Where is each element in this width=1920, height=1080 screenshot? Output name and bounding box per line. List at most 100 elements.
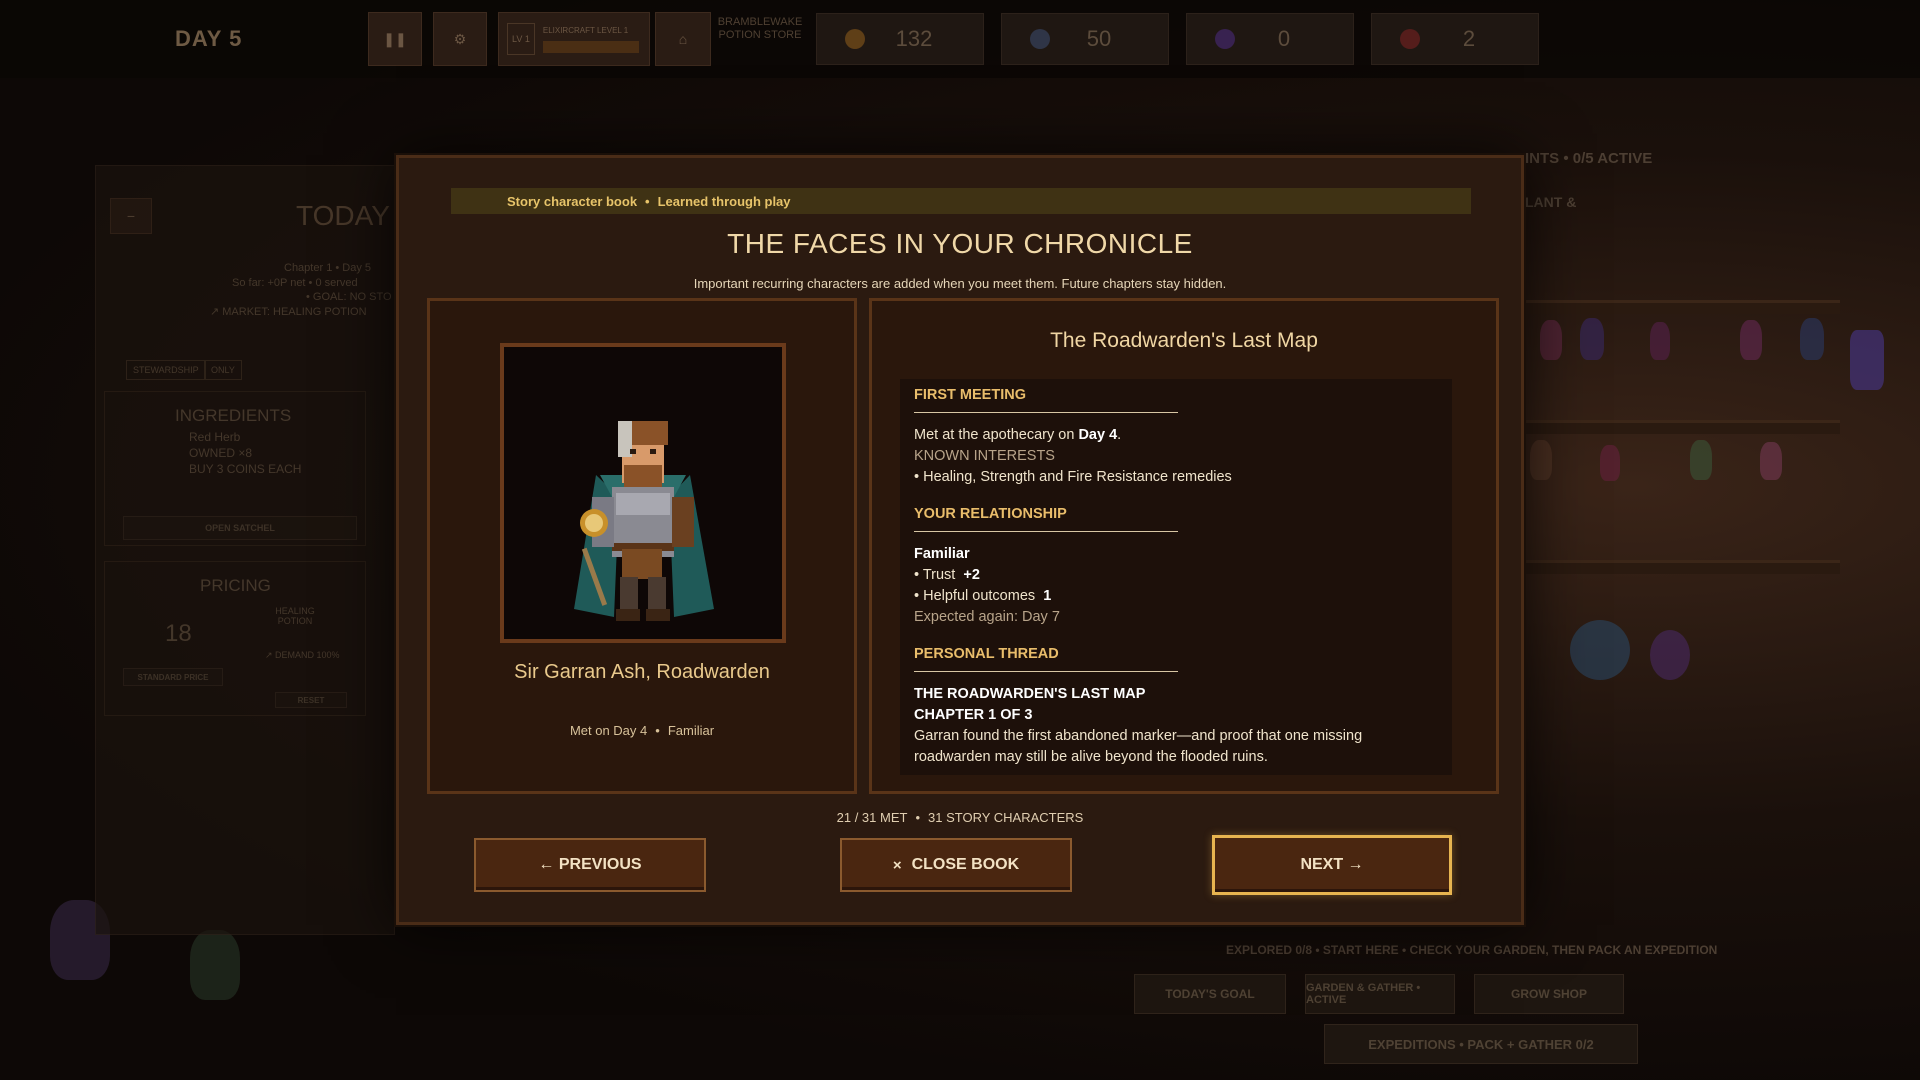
- pricing-title: PRICING: [200, 576, 271, 595]
- helpful-value: 1: [1043, 588, 1052, 604]
- expeditions-button[interactable]: EXPEDITIONS • PACK + GATHER 0/2: [1324, 1024, 1638, 1064]
- modal-title: THE FACES IN YOUR CHRONICLE: [727, 228, 1193, 259]
- previous-button[interactable]: ← PREVIOUS: [474, 838, 706, 892]
- level-badge: LV 1: [507, 23, 535, 55]
- banner-label: Story character book: [507, 193, 638, 209]
- top-bar: DAY 5 ❚❚ ⚙ LV 1 ELIXIRCRAFT LEVEL 1 ⌂ BR…: [0, 0, 1920, 78]
- counter-separator: •: [915, 810, 921, 825]
- flask: [1650, 630, 1690, 680]
- today-title: TODAY: [296, 200, 390, 231]
- helpful-label: • Helpful outcomes: [914, 588, 1036, 604]
- demand-info: ↗ DEMAND 100%: [265, 650, 340, 660]
- goal-info: • GOAL: NO STO: [306, 291, 392, 303]
- previous-label: ← PREVIOUS: [538, 856, 642, 873]
- known-interests-label: KNOWN INTERESTS: [914, 448, 1055, 464]
- ingredient-owned: OWNED ×8: [189, 446, 253, 460]
- potion-jar: [1760, 442, 1782, 480]
- todays-goal-button[interactable]: TODAY'S GOAL: [1134, 974, 1286, 1014]
- close-icon: ×: [892, 856, 902, 874]
- character-book-modal: Story character book • Learned through p…: [396, 155, 1524, 925]
- next-button[interactable]: NEXT →: [1212, 835, 1452, 895]
- total-count: 31 STORY CHARACTERS: [928, 810, 1084, 825]
- potion-jar: [1690, 440, 1712, 480]
- helpful-line: • Helpful outcomes 1: [914, 586, 1438, 607]
- personal-thread-heading: PERSONAL THREAD: [914, 646, 1059, 662]
- day-label: DAY 5: [175, 26, 243, 51]
- relationship-heading: YOUR RELATIONSHIP: [914, 506, 1067, 522]
- ingredient-buy: BUY 3 COINS EACH: [189, 462, 302, 476]
- standard-price-button[interactable]: STANDARD PRICE: [123, 668, 223, 686]
- divider: [914, 412, 1178, 413]
- store-button[interactable]: ⌂: [655, 12, 711, 66]
- so-far-info: So far: +0P net • 0 served: [232, 277, 358, 289]
- first-meeting-heading: FIRST MEETING: [914, 387, 1026, 403]
- gear-counter: 50: [1001, 13, 1169, 65]
- potion-jar: [1530, 440, 1552, 480]
- potion-name: HEALING POTION: [275, 606, 315, 626]
- garden-gather-button[interactable]: GARDEN & GATHER • ACTIVE: [1305, 974, 1455, 1014]
- pause-button[interactable]: ❚❚: [368, 12, 422, 66]
- pricing-card: PRICING 18 HEALING POTION ↗ DEMAND 100% …: [104, 561, 366, 716]
- meta-separator: •: [655, 723, 660, 738]
- active-hint: INTS • 0/5 ACTIVE: [1525, 150, 1653, 167]
- store-name: BRAMBLEWAKE POTION STORE: [717, 16, 803, 41]
- knight-portrait-icon: [574, 421, 714, 621]
- explored-hint: EXPLORED 0/8 • START HERE • CHECK YOUR G…: [1226, 943, 1718, 957]
- ingredient-name: Red Herb: [189, 430, 241, 444]
- story-scroll-area[interactable]: FIRST MEETING Met at the apothecary on D…: [900, 379, 1452, 775]
- met-count: 21 / 31 MET: [836, 810, 908, 825]
- met-line: Met at the apothecary on Day 4.: [914, 425, 1438, 446]
- potion-jar: [1580, 318, 1604, 360]
- close-book-button[interactable]: × CLOSE BOOK: [840, 838, 1072, 892]
- heart-counter: 2: [1371, 13, 1539, 65]
- level-label: ELIXIRCRAFT LEVEL 1: [542, 25, 629, 35]
- potion-jar: [1540, 320, 1562, 360]
- coin-icon: [845, 29, 865, 49]
- crystal-value: 0: [1277, 26, 1291, 51]
- ingredients-card: INGREDIENTS Red Herb OWNED ×8 BUY 3 COIN…: [104, 391, 366, 546]
- ingredients-title: INGREDIENTS: [175, 406, 292, 425]
- potion-jar: [1740, 320, 1762, 360]
- character-portrait: [500, 343, 786, 643]
- met-day: Met on Day 4: [569, 723, 648, 738]
- character-meta: Met on Day 4 • Familiar: [430, 723, 854, 738]
- story-title: The Roadwarden's Last Map: [1050, 329, 1318, 352]
- potion-jar: [1600, 445, 1620, 481]
- gear-icon: ⚙: [453, 30, 467, 47]
- coin-value: 132: [895, 26, 933, 51]
- banner-separator: •: [645, 193, 650, 209]
- gear-resource-icon: [1030, 29, 1050, 49]
- today-panel: − TODAY Chapter 1 • Day 5 So far: +0P ne…: [95, 165, 395, 935]
- open-satchel-button[interactable]: OPEN SATCHEL: [123, 516, 357, 540]
- met-day-value: Day 4: [1078, 427, 1118, 443]
- story-card: The Roadwarden's Last Map FIRST MEETING …: [869, 298, 1499, 794]
- close-label: CLOSE BOOK: [911, 856, 1020, 873]
- market-info: ↗ MARKET: HEALING POTION: [210, 306, 367, 318]
- gear-value: 50: [1086, 26, 1112, 51]
- tab-only[interactable]: ONLY: [204, 360, 242, 380]
- level-indicator[interactable]: LV 1 ELIXIRCRAFT LEVEL 1: [498, 12, 650, 66]
- crystal-counter: 0: [1186, 13, 1354, 65]
- pause-icon: ❚❚: [383, 30, 407, 47]
- chapter-info: Chapter 1 • Day 5: [284, 262, 372, 274]
- expected-again: Expected again: Day 7: [914, 609, 1060, 625]
- met-prefix: Met at the apothecary on: [914, 427, 1079, 443]
- potion-jar: [1800, 318, 1824, 360]
- lantern: [1850, 330, 1884, 390]
- settings-button[interactable]: ⚙: [433, 12, 487, 66]
- modal-subtitle: Important recurring characters are added…: [693, 276, 1227, 291]
- flask: [1570, 620, 1630, 680]
- tab-stewardship[interactable]: STEWARDSHIP: [126, 360, 206, 380]
- grow-shop-button[interactable]: GROW SHOP: [1474, 974, 1624, 1014]
- trust-label: • Trust: [914, 567, 956, 583]
- heart-value: 2: [1462, 26, 1476, 51]
- thread-chapter: CHAPTER 1 OF 3: [914, 707, 1033, 723]
- trust-value: +2: [963, 567, 980, 583]
- reset-button[interactable]: RESET: [275, 692, 347, 708]
- crystal-icon: [1215, 29, 1235, 49]
- collapse-button[interactable]: −: [110, 198, 152, 234]
- trust-line: • Trust +2: [914, 565, 1438, 586]
- floor-jar: [190, 930, 240, 1000]
- relationship-level: Familiar: [914, 546, 970, 562]
- plant-hint: LANT &: [1525, 194, 1577, 210]
